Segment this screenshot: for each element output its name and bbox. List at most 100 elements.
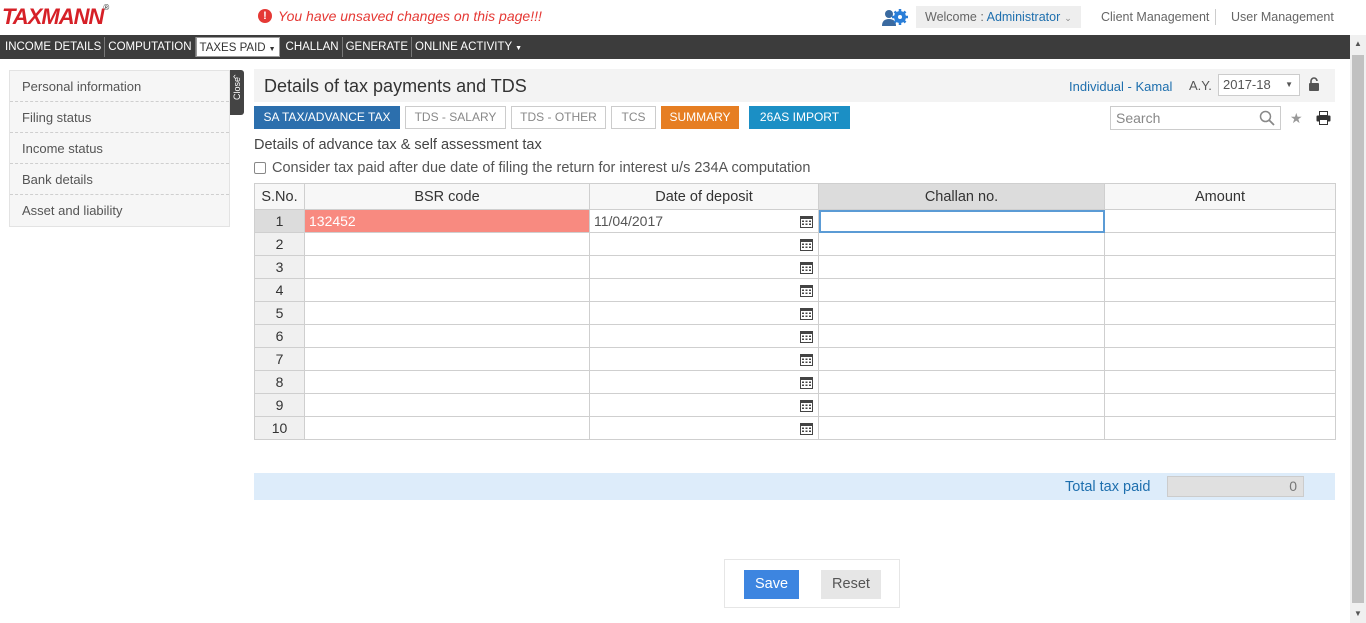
calendar-icon[interactable] xyxy=(800,376,813,389)
unlock-icon[interactable] xyxy=(1308,77,1320,91)
print-icon[interactable] xyxy=(1316,111,1331,125)
cell-bsr-code[interactable] xyxy=(304,324,590,348)
cell-date-of-deposit[interactable]: 11/04/2017 xyxy=(589,209,819,233)
cell-bsr-code[interactable] xyxy=(304,232,590,256)
calendar-icon[interactable] xyxy=(800,261,813,274)
cell-amount[interactable] xyxy=(1104,393,1336,417)
save-button[interactable]: Save xyxy=(744,570,799,599)
star-icon[interactable]: ★ xyxy=(1290,110,1303,127)
cell-amount[interactable] xyxy=(1104,255,1336,279)
cell-date-of-deposit[interactable] xyxy=(589,278,819,302)
cell-bsr-code[interactable] xyxy=(304,416,590,440)
welcome-label: Welcome : xyxy=(925,10,987,24)
sidebar-item-filing-status[interactable]: Filing status xyxy=(10,102,229,133)
reset-button[interactable]: Reset xyxy=(821,570,881,599)
cell-sno: 1 xyxy=(254,209,305,233)
cell-date-of-deposit[interactable] xyxy=(589,416,819,440)
cell-date-of-deposit[interactable] xyxy=(589,255,819,279)
cell-bsr-code[interactable] xyxy=(304,347,590,371)
cell-amount[interactable] xyxy=(1104,209,1336,233)
sidebar-item-asset-and-liability[interactable]: Asset and liability xyxy=(10,195,229,226)
title-bar: Details of tax payments and TDS Individu… xyxy=(254,69,1335,102)
calendar-icon[interactable] xyxy=(800,284,813,297)
tab-26as-import[interactable]: 26AS IMPORT xyxy=(749,106,850,129)
sidebar-item-bank-details[interactable]: Bank details xyxy=(10,164,229,195)
vertical-scrollbar[interactable]: ▲ ▼ xyxy=(1350,35,1366,623)
tab-tcs[interactable]: TCS xyxy=(611,106,656,129)
cell-challan-no[interactable] xyxy=(818,232,1105,256)
cell-date-of-deposit[interactable] xyxy=(589,370,819,394)
cell-challan-no[interactable] xyxy=(818,255,1105,279)
cell-sno: 4 xyxy=(254,278,305,302)
cell-amount[interactable] xyxy=(1104,278,1336,302)
col-header-amount: Amount xyxy=(1104,183,1336,210)
cell-date-of-deposit[interactable] xyxy=(589,347,819,371)
tab-summary[interactable]: SUMMARY xyxy=(661,106,739,129)
nav-challan[interactable]: CHALLAN xyxy=(283,37,343,57)
cell-challan-no[interactable] xyxy=(818,416,1105,440)
scroll-up-arrow-icon[interactable]: ▲ xyxy=(1350,35,1366,52)
top-header: TAXMANN® ! You have unsaved changes on t… xyxy=(0,0,1350,35)
nav-income-details[interactable]: INCOME DETAILS xyxy=(2,37,106,57)
cell-amount[interactable] xyxy=(1104,301,1336,325)
calendar-icon[interactable] xyxy=(800,399,813,412)
ay-value: 2017-18 xyxy=(1223,77,1271,92)
cell-challan-no[interactable] xyxy=(818,209,1105,233)
calendar-icon[interactable] xyxy=(800,422,813,435)
cell-challan-no[interactable] xyxy=(818,370,1105,394)
cell-bsr-code[interactable] xyxy=(304,393,590,417)
search-icon[interactable] xyxy=(1259,110,1275,126)
cell-bsr-code[interactable] xyxy=(304,255,590,279)
tab-tds-other[interactable]: TDS - OTHER xyxy=(511,106,606,129)
welcome-dropdown[interactable]: Welcome : Administrator ⌄ xyxy=(916,6,1081,28)
interest-234a-label: Consider tax paid after due date of fili… xyxy=(272,160,811,176)
sidebar-item-personal-information[interactable]: Personal information xyxy=(10,71,229,102)
sidebar-item-income-status[interactable]: Income status xyxy=(10,133,229,164)
assessee-link[interactable]: Individual - Kamal xyxy=(1069,79,1172,94)
scroll-down-arrow-icon[interactable]: ▼ xyxy=(1350,605,1366,622)
cell-date-of-deposit[interactable] xyxy=(589,324,819,348)
cell-challan-no[interactable] xyxy=(818,347,1105,371)
tab-sa-tax-advance-tax[interactable]: SA TAX/ADVANCE TAX xyxy=(254,106,400,129)
cell-challan-no[interactable] xyxy=(818,324,1105,348)
taxmann-logo[interactable]: TAXMANN® xyxy=(2,3,109,30)
nav-generate[interactable]: GENERATE xyxy=(343,37,413,57)
cell-date-of-deposit[interactable] xyxy=(589,393,819,417)
nav-computation[interactable]: COMPUTATION xyxy=(105,37,196,57)
calendar-icon[interactable] xyxy=(800,238,813,251)
sidebar-close-tab[interactable]: ‹ Close xyxy=(230,70,244,115)
cell-date-of-deposit[interactable] xyxy=(589,301,819,325)
cell-amount[interactable] xyxy=(1104,416,1336,440)
calendar-icon[interactable] xyxy=(800,307,813,320)
calendar-icon[interactable] xyxy=(800,215,813,228)
cell-challan-no[interactable] xyxy=(818,393,1105,417)
scroll-thumb[interactable] xyxy=(1352,55,1364,603)
table-row: 2 xyxy=(254,232,1336,256)
cell-amount[interactable] xyxy=(1104,232,1336,256)
table-row: 7 xyxy=(254,347,1336,371)
cell-bsr-code[interactable] xyxy=(304,278,590,302)
assessment-year-select[interactable]: 2017-18 ▼ xyxy=(1218,74,1300,96)
cell-challan-no[interactable] xyxy=(818,301,1105,325)
calendar-icon[interactable] xyxy=(800,330,813,343)
nav-online-activity[interactable]: ONLINE ACTIVITY ▼ xyxy=(412,37,525,57)
cell-amount[interactable] xyxy=(1104,370,1336,394)
user-settings-icon[interactable] xyxy=(880,6,908,28)
cell-bsr-code[interactable] xyxy=(304,370,590,394)
cell-bsr-code[interactable] xyxy=(304,301,590,325)
search-input[interactable]: Search xyxy=(1110,106,1281,130)
tab-tds-salary[interactable]: TDS - SALARY xyxy=(405,106,506,129)
cell-amount[interactable] xyxy=(1104,324,1336,348)
nav-taxes-paid[interactable]: TAXES PAID ▼ xyxy=(195,37,280,57)
client-management-link[interactable]: Client Management xyxy=(1101,10,1209,24)
interest-234a-checkbox[interactable] xyxy=(254,162,266,174)
chevron-down-icon: ⌄ xyxy=(1064,13,1072,23)
cell-date-of-deposit[interactable] xyxy=(589,232,819,256)
cell-challan-no[interactable] xyxy=(818,278,1105,302)
calendar-icon[interactable] xyxy=(800,353,813,366)
user-management-link[interactable]: User Management xyxy=(1231,10,1334,24)
cell-amount[interactable] xyxy=(1104,347,1336,371)
col-header-challan-no: Challan no. xyxy=(818,183,1105,210)
cell-sno: 9 xyxy=(254,393,305,417)
cell-bsr-code[interactable]: 132452 xyxy=(304,209,590,233)
